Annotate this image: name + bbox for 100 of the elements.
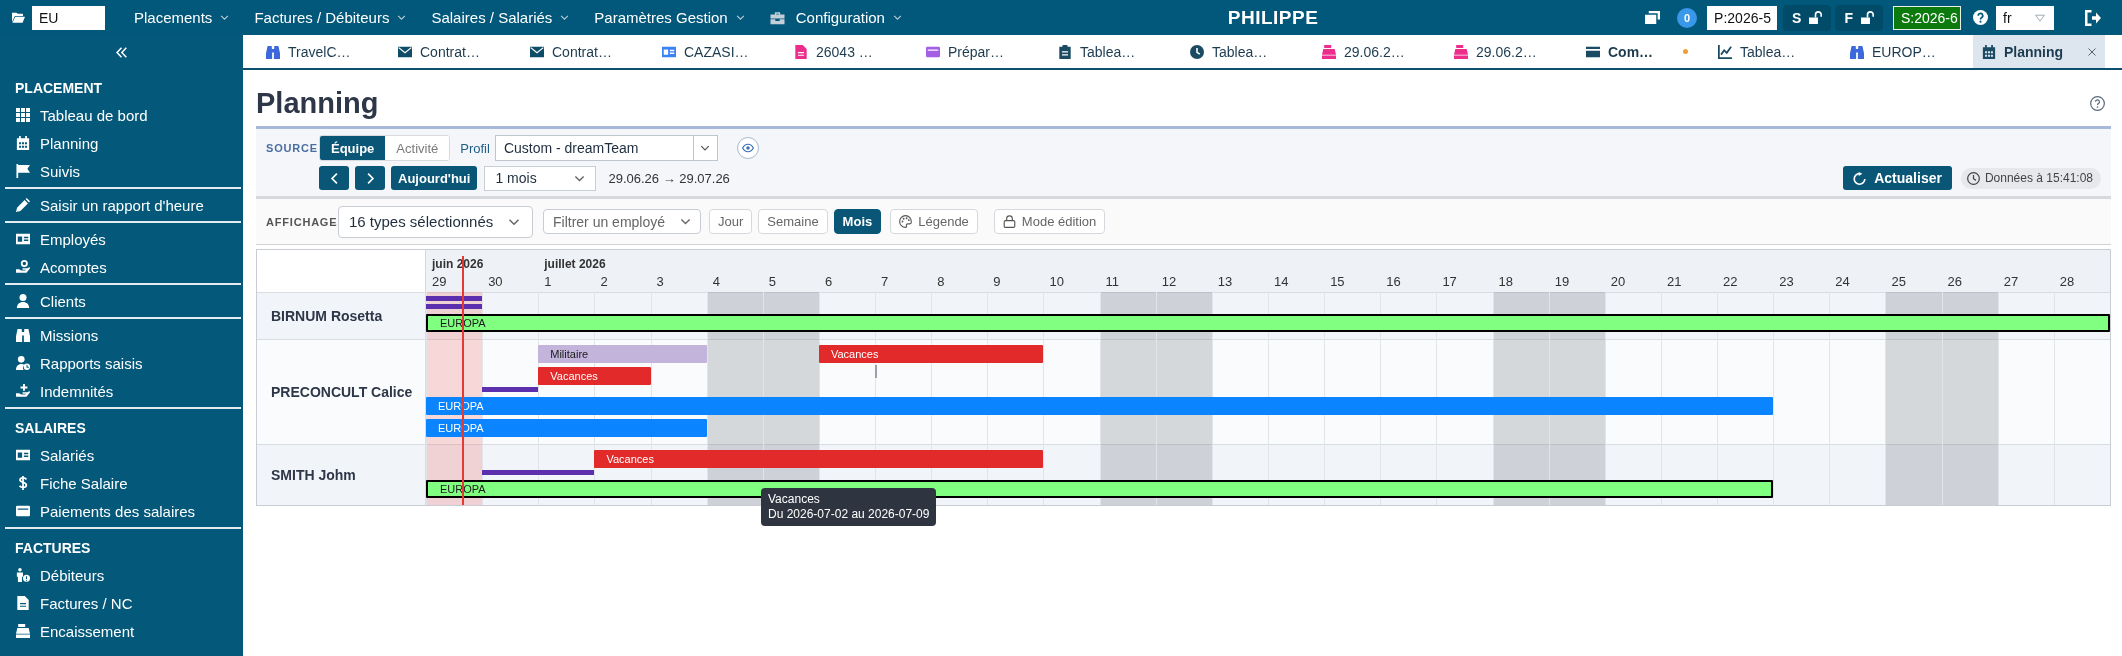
tab[interactable]: EUROP…: [1841, 35, 1973, 68]
view-tab[interactable]: Semaine: [758, 209, 828, 234]
day-label: 29: [432, 274, 447, 289]
hand-coin-icon: [16, 260, 30, 274]
sidebar-item[interactable]: Indemnités: [0, 377, 243, 405]
folder-icon[interactable]: [11, 11, 26, 24]
section-heading: SALAIRES: [15, 418, 86, 438]
collapse-button[interactable]: [116, 47, 127, 58]
menu-item[interactable]: Salaires / Salariés: [431, 9, 570, 26]
day-label: 14: [1274, 274, 1289, 289]
view-tab[interactable]: Jour: [709, 209, 753, 234]
day-label: 22: [1723, 274, 1738, 289]
chevron-down-icon: [220, 13, 230, 22]
lock-toggle[interactable]: S: [1783, 4, 1832, 31]
day-label: 3: [656, 274, 664, 289]
clock-icon: [1966, 171, 1980, 185]
sidebar-item[interactable]: Missions: [0, 321, 243, 349]
document-icon: [794, 44, 808, 59]
refresh-button[interactable]: Actualiser: [1843, 166, 1952, 190]
calendar-icon: [1982, 44, 1996, 59]
previous-button[interactable]: [319, 166, 349, 190]
view-tab[interactable]: Mois: [833, 209, 882, 234]
day-label: 7: [881, 274, 889, 289]
mode-tab[interactable]: Équipe: [320, 136, 386, 160]
company-field[interactable]: EU: [32, 5, 105, 30]
sidebar-item[interactable]: Salariés: [0, 441, 243, 469]
sidebar-item[interactable]: Tableau de bord: [0, 101, 243, 129]
period-field[interactable]: P:2026-5: [1707, 5, 1778, 30]
tab[interactable]: TravelC…: [257, 35, 389, 68]
day-label: 27: [2003, 274, 2019, 289]
tab[interactable]: Tablea…: [1049, 35, 1181, 68]
toolbox-icon: [769, 10, 785, 25]
tab[interactable]: 29.06.2…: [1313, 35, 1445, 68]
day-label: 18: [1498, 274, 1513, 289]
types-select[interactable]: 16 types sélectionnés: [338, 205, 533, 238]
dollar-icon: [16, 476, 30, 490]
lock-toggle[interactable]: F: [1835, 4, 1883, 31]
period-select[interactable]: 1 mois: [484, 165, 597, 191]
day-label: 11: [1105, 274, 1120, 289]
sidebar-item[interactable]: Saisir un rapport d'heure: [0, 191, 243, 219]
day-label: 21: [1666, 274, 1682, 289]
visibility-button[interactable]: [736, 137, 759, 159]
tab[interactable]: Tablea…: [1181, 35, 1313, 68]
menu-item[interactable]: Factures / Débiteurs: [254, 9, 407, 26]
sidebar-item[interactable]: Débiteurs: [0, 561, 243, 589]
employee-name: SMITH Johm: [271, 467, 356, 483]
card-icon: [1586, 44, 1600, 59]
sidebar-item[interactable]: Employés: [0, 225, 243, 253]
sidebar-item[interactable]: Rapports saisis: [0, 349, 243, 377]
logout-icon[interactable]: [2085, 9, 2101, 26]
chevron-down-icon: [397, 13, 407, 22]
envelope-icon: [530, 44, 544, 59]
sidebar-item[interactable]: Clients: [0, 287, 243, 315]
menu-item[interactable]: Placements: [134, 9, 230, 26]
grid-icon: [16, 108, 30, 122]
menu-item[interactable]: Configuration: [769, 9, 902, 26]
help-icon[interactable]: [2090, 95, 2105, 111]
language-select[interactable]: fr: [1996, 5, 2054, 30]
next-button[interactable]: [355, 166, 385, 190]
tab[interactable]: Prépar…: [917, 35, 1049, 68]
tab[interactable]: CAZASI…: [653, 35, 785, 68]
tab[interactable]: Planning: [1973, 35, 2105, 68]
profile-select[interactable]: Custom - dreamTeam: [494, 135, 718, 161]
tab[interactable]: Tablea…: [1709, 35, 1841, 68]
event-bar[interactable]: Militaire: [538, 345, 707, 363]
sidebar-item[interactable]: Acomptes: [0, 253, 243, 281]
edit-mode-button[interactable]: Mode édition: [993, 209, 1106, 234]
windows-icon[interactable]: [1644, 10, 1662, 25]
legend-button[interactable]: Légende: [890, 209, 978, 234]
sidebar-item[interactable]: Encaissement: [0, 617, 243, 645]
day-label: 6: [824, 274, 833, 289]
sidebar-item[interactable]: Suivis: [0, 157, 243, 185]
help-icon[interactable]: [1973, 10, 1988, 25]
tab[interactable]: Contrat…: [521, 35, 653, 68]
close-icon[interactable]: [2088, 47, 2096, 56]
tab[interactable]: 29.06.2…: [1445, 35, 1577, 68]
today-button[interactable]: Aujourd'hui: [391, 166, 478, 190]
cash-register-icon: [16, 624, 30, 638]
event-bar[interactable]: Vacances: [538, 367, 651, 385]
chevron-down-icon[interactable]: [700, 143, 711, 153]
sidebar-item[interactable]: Factures / NC: [0, 589, 243, 617]
palette-icon: [899, 215, 913, 228]
sidebar-item[interactable]: Fiche Salaire: [0, 469, 243, 497]
tab[interactable]: 26043 …: [785, 35, 917, 68]
document-icon: [16, 596, 30, 610]
tab[interactable]: Com…: [1577, 35, 1709, 68]
event-bar[interactable]: Vacances: [594, 450, 1044, 468]
binoculars-icon: [1850, 44, 1864, 59]
employee-filter[interactable]: Filtrer un employé: [543, 209, 701, 234]
sidebar-item[interactable]: Paiements des salaires: [0, 497, 243, 525]
day-label: 17: [1442, 274, 1457, 289]
session-field[interactable]: S:2026-6: [1893, 5, 1961, 30]
timestamp-text: Données à 15:41:08: [1984, 171, 2093, 185]
sidebar-item[interactable]: Planning: [0, 129, 243, 157]
menu-item[interactable]: Paramètres Gestion: [594, 9, 745, 26]
field-label: Profil: [460, 140, 490, 156]
day-label: 9: [993, 274, 1001, 289]
event-bar[interactable]: Vacances: [818, 345, 1044, 363]
day-label: 5: [768, 274, 777, 289]
tab[interactable]: Contrat…: [389, 35, 521, 68]
